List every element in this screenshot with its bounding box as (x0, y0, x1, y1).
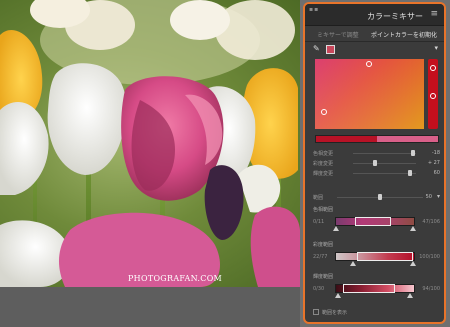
eyedropper-icon[interactable]: ✎ (313, 44, 320, 53)
range-knob[interactable] (378, 194, 382, 200)
saturation-value-field[interactable] (315, 59, 424, 129)
range-high-value: 94/100 (422, 286, 440, 292)
section-heading: 彩度範囲 (313, 242, 334, 248)
tab-adjust-in-mixer[interactable]: ミキサーで調整 (317, 30, 359, 39)
hue-marker-bottom[interactable] (430, 93, 436, 99)
range-handle-left[interactable] (350, 261, 356, 266)
photo-bottom-strip (0, 287, 300, 327)
slider-value: -18 (431, 150, 440, 156)
slider-knob[interactable] (373, 160, 377, 166)
hue-strip[interactable] (428, 59, 438, 129)
hue-range-core[interactable] (355, 217, 391, 226)
tulip-photo (0, 0, 300, 287)
saturation-range-core[interactable] (357, 252, 413, 261)
show-range-label: 範囲を表示 (322, 310, 348, 316)
drag-handle-icon[interactable]: ▪▪ (309, 6, 319, 13)
color-mixer-panel: ▪▪ カラーミキサー ≡ ミキサーで調整 ポイントカラーを初期化 ✎ ▾ 色相変… (303, 2, 446, 324)
range-low-value: 0/30 (313, 286, 325, 292)
original-color (316, 136, 377, 142)
slider-label: 彩度変更 (313, 161, 334, 167)
luminance-range-core[interactable] (343, 284, 395, 293)
hue-range-section: 色相範囲 0/11 47/106 (313, 206, 440, 232)
range-low-value: 0/11 (313, 219, 325, 225)
watermark-text: PHOTOGRAFAN.COM (128, 274, 223, 283)
checkbox-box[interactable] (313, 309, 319, 315)
panel-tabs: ミキサーで調整 ポイントカラーを初期化 (305, 26, 444, 42)
tool-row: ✎ ▾ (313, 44, 438, 56)
range-label: 範囲 (313, 195, 324, 201)
show-range-checkbox[interactable]: 範囲を表示 (313, 309, 347, 316)
range-handle-left[interactable] (333, 226, 339, 231)
slider-knob[interactable] (411, 150, 415, 156)
hue-shift-slider[interactable]: 色相変更 -18 (313, 149, 440, 159)
adjust-sliders: 色相変更 -18 彩度変更 + 27 輝度変更 60 (313, 149, 440, 179)
range-handle-left[interactable] (335, 293, 341, 298)
range-value: 50 (425, 194, 432, 200)
adjusted-color (377, 136, 438, 142)
range-handle-right[interactable] (410, 226, 416, 231)
range-handle-right[interactable] (410, 261, 416, 266)
range-low-value: 22/77 (313, 254, 328, 260)
luminance-shift-slider[interactable]: 輝度変更 60 (313, 169, 440, 179)
slider-value: + 27 (427, 160, 440, 166)
before-after-color-bar (315, 135, 439, 143)
saturation-range-section: 彩度範囲 22/77 100/100 (313, 241, 440, 267)
saturation-shift-slider[interactable]: 彩度変更 + 27 (313, 159, 440, 169)
section-heading: 色相範囲 (313, 207, 334, 213)
hue-marker-top[interactable] (430, 65, 436, 71)
slider-knob[interactable] (408, 170, 412, 176)
photo-preview: PHOTOGRAFAN.COM (0, 0, 300, 287)
range-high-value: 100/100 (419, 254, 440, 260)
slider-track[interactable] (353, 163, 416, 164)
hamburger-icon[interactable]: ≡ (430, 9, 438, 19)
chevron-down-icon[interactable]: ▾ (437, 193, 440, 200)
slider-track[interactable] (353, 153, 416, 154)
slider-label: 色相変更 (313, 151, 334, 157)
slider-label: 輝度変更 (313, 171, 334, 177)
selected-color-swatch[interactable] (326, 45, 335, 54)
tab-reset-point-color[interactable]: ポイントカラーを初期化 (371, 30, 437, 39)
panel-titlebar[interactable]: ▪▪ カラーミキサー ≡ (305, 4, 444, 26)
range-high-value: 47/106 (422, 219, 440, 225)
slider-value: 60 (433, 170, 440, 176)
luminance-range-section: 輝度範囲 0/30 94/100 (313, 273, 440, 299)
slider-track[interactable] (353, 173, 416, 174)
chevron-down-icon[interactable]: ▾ (434, 44, 438, 52)
color-picker-marker[interactable] (366, 61, 372, 67)
panel-title: カラーミキサー (367, 12, 423, 21)
section-heading: 輝度範囲 (313, 274, 334, 280)
range-slider[interactable]: 範囲 50 ▾ (313, 193, 440, 203)
range-handle-right[interactable] (407, 293, 413, 298)
color-picker-marker-secondary[interactable] (321, 109, 327, 115)
